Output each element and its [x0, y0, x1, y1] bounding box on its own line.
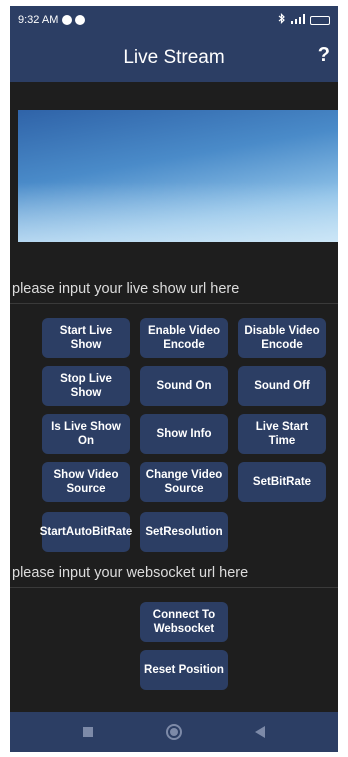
enable-video-encode-button[interactable]: Enable Video Encode — [140, 318, 228, 358]
set-resolution-button[interactable]: SetResolution — [140, 512, 228, 552]
page-title: Live Stream — [123, 47, 225, 68]
app-notification-icon — [75, 15, 86, 25]
recent-apps-icon[interactable] — [83, 727, 93, 737]
phone-screen: 9:32 AM Live Stream ? please input your … — [10, 6, 338, 752]
status-bar: 9:32 AM — [10, 6, 338, 34]
navigation-bar — [10, 712, 338, 752]
battery-icon — [310, 15, 330, 25]
video-haze — [18, 182, 338, 242]
app-bar: Live Stream ? — [10, 34, 338, 82]
change-video-source-button[interactable]: Change Video Source — [140, 462, 228, 502]
is-live-show-on-button[interactable]: Is Live Show On — [42, 414, 130, 454]
set-bit-rate-button[interactable]: SetBitRate — [238, 462, 326, 502]
home-icon[interactable] — [166, 724, 182, 740]
connect-to-websocket-button[interactable]: Connect To Websocket — [140, 602, 228, 642]
websocket-url-input[interactable]: please input your websocket url here — [10, 558, 338, 588]
signal-icon — [290, 13, 306, 27]
stop-live-show-button[interactable]: Stop Live Show — [42, 366, 130, 406]
live-start-time-button[interactable]: Live Start Time — [238, 414, 326, 454]
app-notification-icon — [62, 15, 73, 25]
reset-position-button[interactable]: Reset Position — [140, 650, 228, 690]
help-icon[interactable]: ? — [318, 44, 330, 67]
show-info-button[interactable]: Show Info — [140, 414, 228, 454]
sound-on-button[interactable]: Sound On — [140, 366, 228, 406]
disable-video-encode-button[interactable]: Disable Video Encode — [238, 318, 326, 358]
live-url-input[interactable]: please input your live show url here — [10, 274, 338, 304]
start-live-show-button[interactable]: Start Live Show — [42, 318, 130, 358]
start-auto-bit-rate-button[interactable]: StartAutoBitRate — [40, 512, 132, 552]
sound-off-button[interactable]: Sound Off — [238, 366, 326, 406]
bluetooth-icon — [278, 13, 286, 27]
show-video-source-button[interactable]: Show Video Source — [42, 462, 130, 502]
back-icon[interactable] — [255, 726, 265, 738]
video-preview — [18, 110, 338, 242]
status-time: 9:32 AM — [18, 14, 59, 26]
status-right — [278, 13, 330, 27]
